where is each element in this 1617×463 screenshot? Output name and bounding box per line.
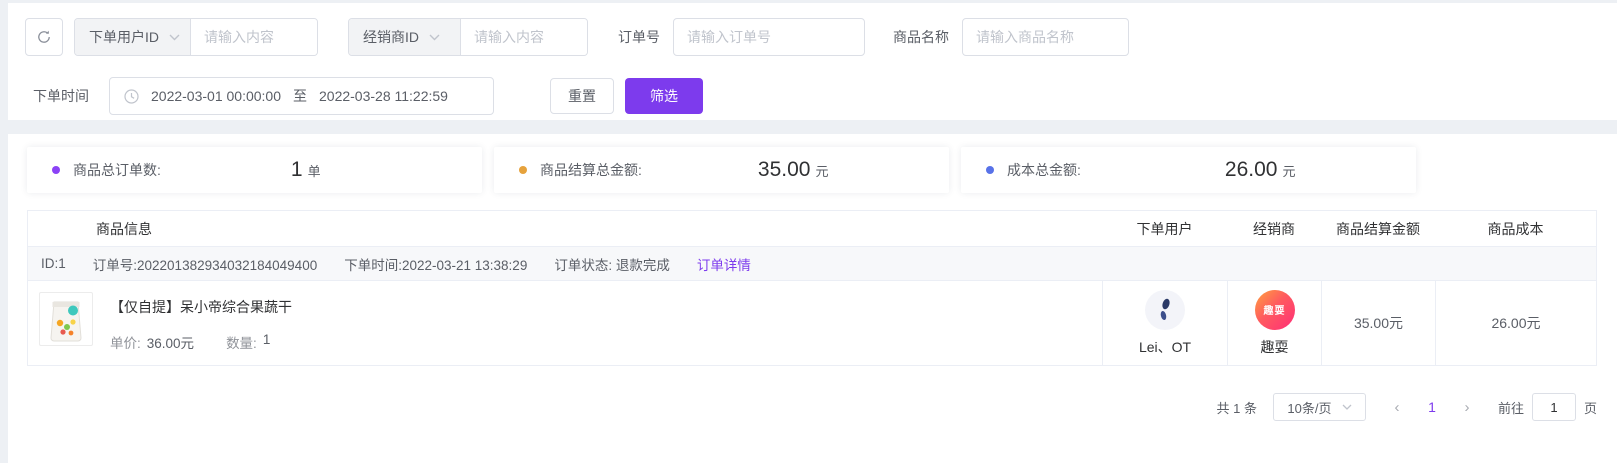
purple-dot-icon <box>52 166 60 174</box>
goto-label: 前往 <box>1498 398 1524 417</box>
header-dealer: 经销商 <box>1227 219 1321 239</box>
card-settlement-total-value: 35.00 <box>758 158 811 182</box>
order-time-label: 下单时间 <box>33 86 89 106</box>
settlement-cell: 35.00元 <box>1321 281 1435 365</box>
goto-page-input[interactable] <box>1532 393 1576 421</box>
card-total-orders: 商品总订单数: 1 单 <box>27 147 482 193</box>
card-total-orders-unit: 单 <box>308 161 321 180</box>
dealer-id-select-label: 经销商ID <box>363 27 419 47</box>
order-time-range-picker[interactable]: 2022-03-01 00:00:00 至 2022-03-28 11:22:5… <box>109 77 494 115</box>
buyer-name: Lei、OT <box>1139 337 1191 357</box>
header-buyer: 下单用户 <box>1102 219 1227 239</box>
next-page-button[interactable]: › <box>1452 399 1482 416</box>
card-cost-total-value: 26.00 <box>1225 158 1278 182</box>
refresh-icon <box>36 29 52 45</box>
cost-cell: 26.00元 <box>1435 281 1596 365</box>
order-time: 下单时间:2022-03-21 13:38:29 <box>344 254 527 274</box>
dealer-name: 趣耍 <box>1261 337 1289 357</box>
qty-label: 数量: <box>226 332 257 352</box>
header-settlement: 商品结算金额 <box>1321 219 1435 239</box>
order-number: 订单号:202201382934032184049400 <box>93 254 317 274</box>
cost-amount: 26.00元 <box>1491 313 1540 333</box>
order-detail-link[interactable]: 订单详情 <box>697 254 751 274</box>
card-cost-total: 成本总金额: 26.00 元 <box>961 147 1416 193</box>
qty-value: 1 <box>263 332 271 352</box>
orange-dot-icon <box>519 166 527 174</box>
product-image <box>39 292 93 346</box>
pagination-total: 共 1 条 <box>1217 398 1257 417</box>
page-size-value: 10条/页 <box>1287 398 1331 417</box>
chevron-down-icon <box>429 34 440 41</box>
card-total-orders-label: 商品总订单数: <box>73 160 161 180</box>
page-size-select[interactable]: 10条/页 <box>1273 393 1366 421</box>
product-name-label: 商品名称 <box>893 27 949 47</box>
card-cost-total-unit: 元 <box>1282 161 1295 180</box>
settlement-amount: 35.00元 <box>1354 313 1403 333</box>
dealer-id-type-select[interactable]: 经销商ID <box>349 19 461 55</box>
dealer-id-input[interactable] <box>461 19 587 55</box>
refresh-button[interactable] <box>25 18 63 56</box>
filter-row-2: 下单时间 2022-03-01 00:00:00 至 2022-03-28 11… <box>33 77 703 115</box>
reset-button[interactable]: 重置 <box>550 78 614 114</box>
card-settlement-total-label: 商品结算总金额: <box>540 160 642 180</box>
product-title: 【仅自提】呆小帝综合果蔬干 <box>110 292 292 317</box>
price-value: 36.00元 <box>147 332 194 352</box>
price-label: 单价: <box>110 332 141 352</box>
card-total-orders-value: 1 <box>291 158 303 182</box>
dealer-avatar: 趣耍 <box>1255 290 1295 330</box>
chevron-down-icon <box>169 34 180 41</box>
dealer-avatar-text: 趣耍 <box>1264 302 1286 317</box>
product-cell: 【仅自提】呆小帝综合果蔬干 单价: 36.00元 数量: 1 <box>28 281 1102 365</box>
card-settlement-total: 商品结算总金额: 35.00 元 <box>494 147 949 193</box>
order-time-start: 2022-03-01 00:00:00 <box>151 88 281 104</box>
order-meta-bar: ID:1 订单号:202201382934032184049400 下单时间:2… <box>28 247 1596 280</box>
chevron-down-icon <box>1342 404 1352 410</box>
page-unit-label: 页 <box>1584 398 1597 417</box>
order-no-label: 订单号 <box>618 27 660 47</box>
user-id-type-select[interactable]: 下单用户ID <box>75 19 191 55</box>
prev-page-button[interactable]: ‹ <box>1382 399 1412 416</box>
user-id-filter-group: 下单用户ID <box>74 18 318 56</box>
order-id: ID:1 <box>41 256 66 271</box>
dealer-cell: 趣耍 趣耍 <box>1227 281 1321 365</box>
order-status: 订单状态: 退款完成 <box>554 254 670 274</box>
blue-dot-icon <box>986 166 994 174</box>
page-number-current[interactable]: 1 <box>1418 399 1446 415</box>
filter-panel: 下单用户ID 经销商ID 订单号 商品名称 下单时间 <box>8 3 1617 120</box>
card-cost-total-label: 成本总金额: <box>1007 160 1081 180</box>
summary-cards: 商品总订单数: 1 单 商品结算总金额: 35.00 元 成本总金额: 26.0… <box>27 147 1416 193</box>
header-product-info: 商品信息 <box>28 219 1102 239</box>
product-name-input[interactable] <box>962 18 1129 56</box>
buyer-avatar <box>1145 290 1185 330</box>
content-panel: 商品总订单数: 1 单 商品结算总金额: 35.00 元 成本总金额: 26.0… <box>8 134 1617 463</box>
user-id-select-label: 下单用户ID <box>89 27 159 47</box>
clock-icon <box>124 89 139 104</box>
pagination: 共 1 条 10条/页 ‹ 1 › 前往 页 <box>1217 393 1598 421</box>
orders-table: 商品信息 下单用户 经销商 商品结算金额 商品成本 ID:1 订单号:20220… <box>27 210 1597 366</box>
filter-submit-button[interactable]: 筛选 <box>625 78 703 114</box>
filter-row-1: 下单用户ID 经销商ID 订单号 商品名称 <box>25 18 1129 56</box>
order-time-end: 2022-03-28 11:22:59 <box>319 88 448 104</box>
order-time-separator: 至 <box>293 86 307 106</box>
card-settlement-total-unit: 元 <box>815 161 828 180</box>
table-header-row: 商品信息 下单用户 经销商 商品结算金额 商品成本 <box>28 211 1596 247</box>
user-id-input[interactable] <box>191 19 317 55</box>
buyer-cell: Lei、OT <box>1102 281 1227 365</box>
header-cost: 商品成本 <box>1435 219 1596 239</box>
order-no-input[interactable] <box>673 18 865 56</box>
table-row: 【仅自提】呆小帝综合果蔬干 单价: 36.00元 数量: 1 <box>28 280 1596 365</box>
dealer-id-filter-group: 经销商ID <box>348 18 588 56</box>
